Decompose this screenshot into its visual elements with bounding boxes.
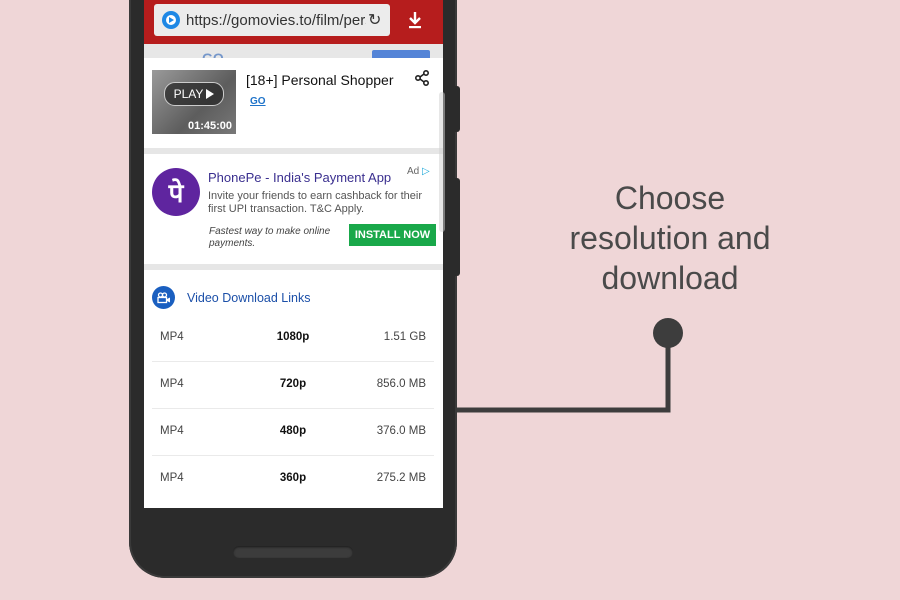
callout-dot [653, 318, 683, 348]
callout-line [457, 335, 671, 413]
callout-connector [457, 318, 683, 413]
